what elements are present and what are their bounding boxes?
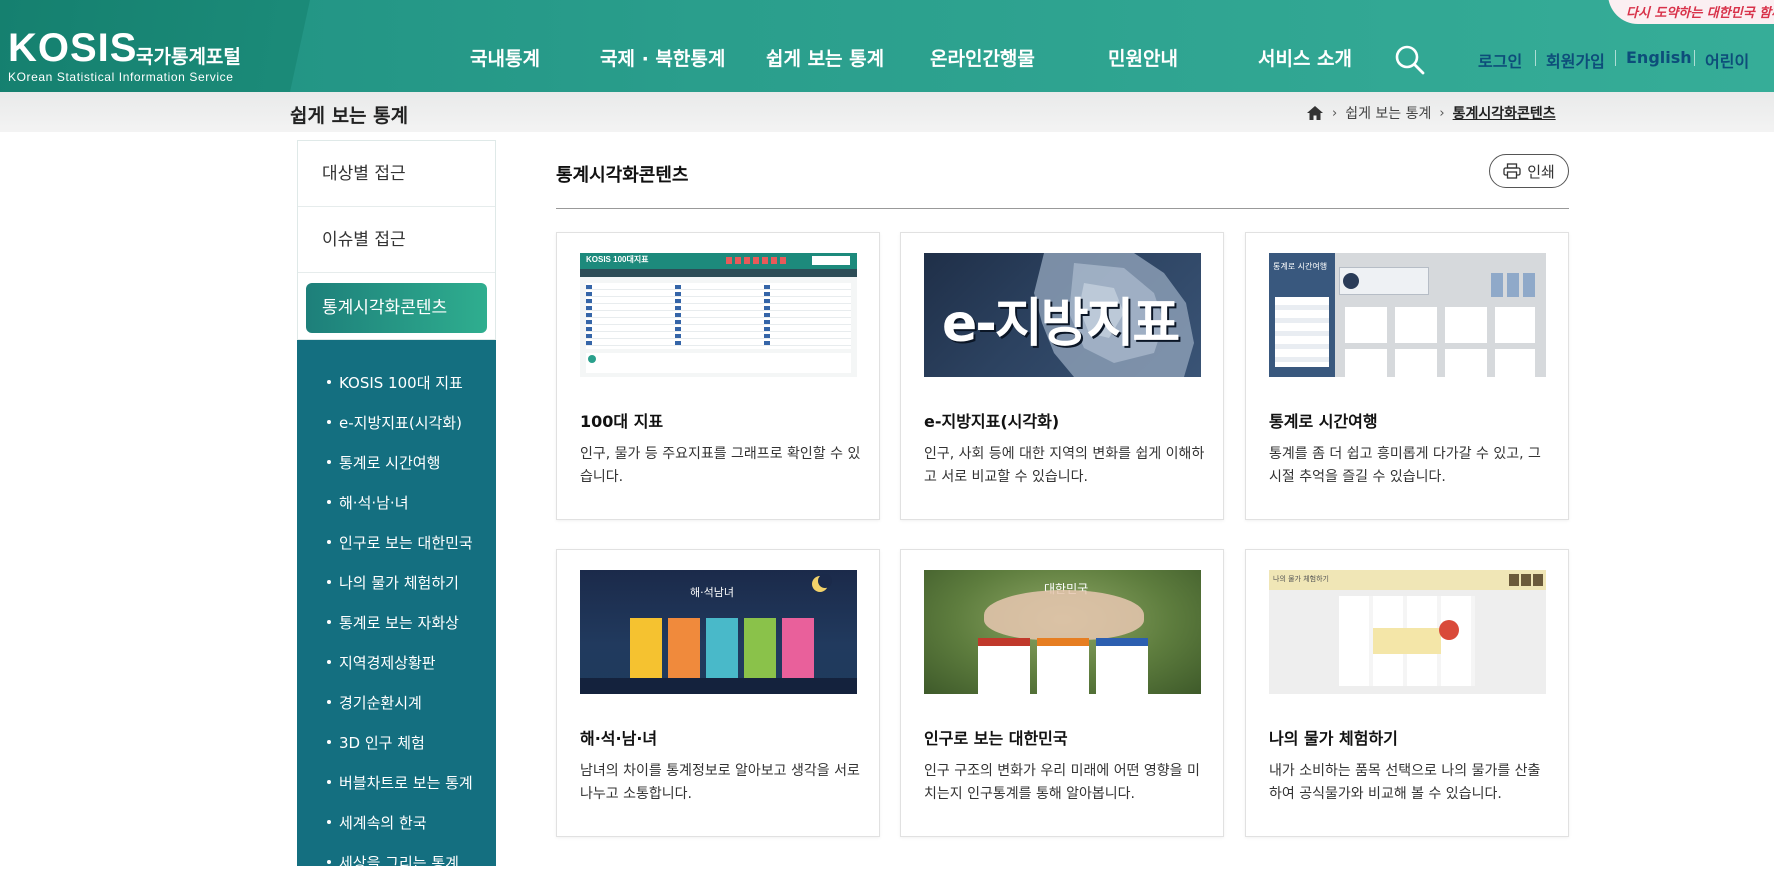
card-title: e-지방지표(시각화) <box>924 412 1060 431</box>
card-description: 내가 소비하는 품목 선택으로 나의 물가를 산출하여 공식물가와 비교해 볼 … <box>1269 763 1541 802</box>
card-description: 인구 구조의 변화가 우리 미래에 어떤 영향을 미치는지 인구통계를 통해 알… <box>924 763 1200 802</box>
card-title: 100대 지표 <box>580 412 664 431</box>
nav-civil-service[interactable]: 민원안내 <box>1108 44 1178 71</box>
page-title: 쉽게 보는 통계 <box>290 105 409 127</box>
submenu-item[interactable]: 해·석·남·녀 <box>297 482 496 522</box>
thumbnail-100-indicators: KOSIS 100대지표 <box>580 253 857 377</box>
thumbnail-time-travel: 통계로 시간여행 <box>1269 253 1546 377</box>
sidebar-item-by-target[interactable]: 대상별 접근 <box>298 141 495 207</box>
logo-subtitle: KOrean Statistical Information Service <box>8 70 234 84</box>
login-link[interactable]: 로그인 <box>1478 48 1522 72</box>
submenu-item[interactable]: 지역경제상황판 <box>297 642 496 682</box>
thumbnail-price-experience: 나의 물가 체험하기 <box>1269 570 1546 694</box>
search-icon[interactable] <box>1394 44 1426 76</box>
nav-online-publications[interactable]: 온라인간행물 <box>930 44 1035 71</box>
content-card-population-korea[interactable]: 대한민국 인구로 보는 대한민국 인구 구조의 변화가 우리 미래에 어떤 영향… <box>900 549 1224 837</box>
card-description: 인구, 사회 등에 대한 지역의 변화를 쉽게 이해하고 서로 비교할 수 있습… <box>924 446 1205 485</box>
card-description: 인구, 물가 등 주요지표를 그래프로 확인할 수 있습니다. <box>580 446 861 485</box>
card-title: 해·석·남·녀 <box>580 729 658 748</box>
card-description: 남녀의 차이를 통계정보로 알아보고 생각을 서로 나누고 소통합니다. <box>580 763 860 802</box>
content-card-price-experience[interactable]: 나의 물가 체험하기 나의 물가 체험하기 내가 소비하는 품목 선택으로 나의… <box>1245 549 1569 837</box>
nav-domestic-stats[interactable]: 국내통계 <box>470 44 540 71</box>
card-title: 인구로 보는 대한민국 <box>924 729 1068 748</box>
breadcrumb: › 쉽게 보는 통계 › 통계시각화콘텐츠 <box>1306 102 1556 124</box>
chevron-right-icon: › <box>1332 105 1338 121</box>
sidebar-submenu: KOSIS 100대 지표 e-지방지표(시각화) 통계로 시간여행 해·석·남… <box>297 340 496 872</box>
printer-icon <box>1503 163 1521 179</box>
card-title: 나의 물가 체험하기 <box>1269 729 1398 748</box>
nav-easy-stats[interactable]: 쉽게 보는 통계 <box>766 44 884 71</box>
breadcrumb-item-easy-stats[interactable]: 쉽게 보는 통계 <box>1345 103 1431 123</box>
content-card-100-indicators[interactable]: KOSIS 100대지표 100대 지표 인구, 물가 등 주요지표를 그래프로… <box>556 232 880 520</box>
submenu-item[interactable]: 통계로 보는 자화상 <box>297 602 496 642</box>
content-card-time-travel[interactable]: 통계로 시간여행 통계로 시간여행 통계를 좀 더 쉽고 흥미롭게 다가갈 수 … <box>1245 232 1569 520</box>
submenu-item[interactable]: 세계속의 한국 <box>297 802 496 842</box>
print-label: 인쇄 <box>1527 162 1555 181</box>
chevron-right-icon: › <box>1439 105 1445 121</box>
sidebar-top-menu: 대상별 접근 이슈별 접근 통계시각화콘텐츠 <box>297 140 496 340</box>
card-title: 통계로 시간여행 <box>1269 412 1378 431</box>
home-icon[interactable] <box>1306 105 1324 121</box>
thumbnail-e-text: e-지방지표 <box>942 294 1180 354</box>
breadcrumb-item-current[interactable]: 통계시각화콘텐츠 <box>1453 103 1556 123</box>
top-header: KOSIS 국가통계포털 KOrean Statistical Informat… <box>0 0 1774 92</box>
promo-text: 다시 도약하는 대한민국 함께 ... <box>1626 6 1774 21</box>
content-card-gender-stats[interactable]: 해·석남녀 해·석·남·녀 남녀의 차이를 통계정보로 알아보고 생각을 서로 … <box>556 549 880 837</box>
logo-korean-text: 국가통계포털 <box>136 46 241 68</box>
thumbnail-population-korea: 대한민국 <box>924 570 1201 694</box>
submenu-item[interactable]: KOSIS 100대 지표 <box>297 362 496 402</box>
sidebar-item-visualization-active[interactable]: 통계시각화콘텐츠 <box>306 283 487 333</box>
content-divider <box>556 208 1569 209</box>
signup-link[interactable]: 회원가입 <box>1546 48 1605 72</box>
nav-about-service[interactable]: 서비스 소개 <box>1258 44 1352 71</box>
thumbnail-e-local-indicators: e-지방지표 <box>924 253 1201 377</box>
submenu-item[interactable]: 통계로 시간여행 <box>297 442 496 482</box>
sidebar: 대상별 접근 이슈별 접근 통계시각화콘텐츠 KOSIS 100대 지표 e-지… <box>297 140 496 872</box>
kids-link[interactable]: 어린이 <box>1705 48 1749 72</box>
submenu-item[interactable]: 세상을 그리는 통계 <box>297 842 496 882</box>
content-title: 통계시각화콘텐츠 <box>556 165 689 186</box>
sidebar-item-by-issue[interactable]: 이슈별 접근 <box>298 207 495 273</box>
submenu-item[interactable]: 인구로 보는 대한민국 <box>297 522 496 562</box>
submenu-item[interactable]: 버블차트로 보는 통계 <box>297 762 496 802</box>
submenu-item[interactable]: 나의 물가 체험하기 <box>297 562 496 602</box>
card-description: 통계를 좀 더 쉽고 흥미롭게 다가갈 수 있고, 그 시절 추억을 즐길 수 … <box>1269 446 1541 485</box>
submenu-item[interactable]: 3D 인구 체험 <box>297 722 496 762</box>
thumbnail-gender-stats: 해·석남녀 <box>580 570 857 694</box>
kosis-logo[interactable]: KOSIS 국가통계포털 KOrean Statistical Informat… <box>8 28 241 84</box>
content-card-e-local-indicators[interactable]: e-지방지표 e-지방지표(시각화) 인구, 사회 등에 대한 지역의 변화를 … <box>900 232 1224 520</box>
english-link[interactable]: English <box>1626 48 1692 67</box>
promo-banner[interactable]: 다시 도약하는 대한민국 함께 ... <box>1608 0 1774 26</box>
print-button[interactable]: 인쇄 <box>1489 154 1569 188</box>
submenu-item[interactable]: e-지방지표(시각화) <box>297 402 496 442</box>
submenu-item[interactable]: 경기순환시계 <box>297 682 496 722</box>
nav-international-stats[interactable]: 국제 · 북한통계 <box>600 44 725 71</box>
